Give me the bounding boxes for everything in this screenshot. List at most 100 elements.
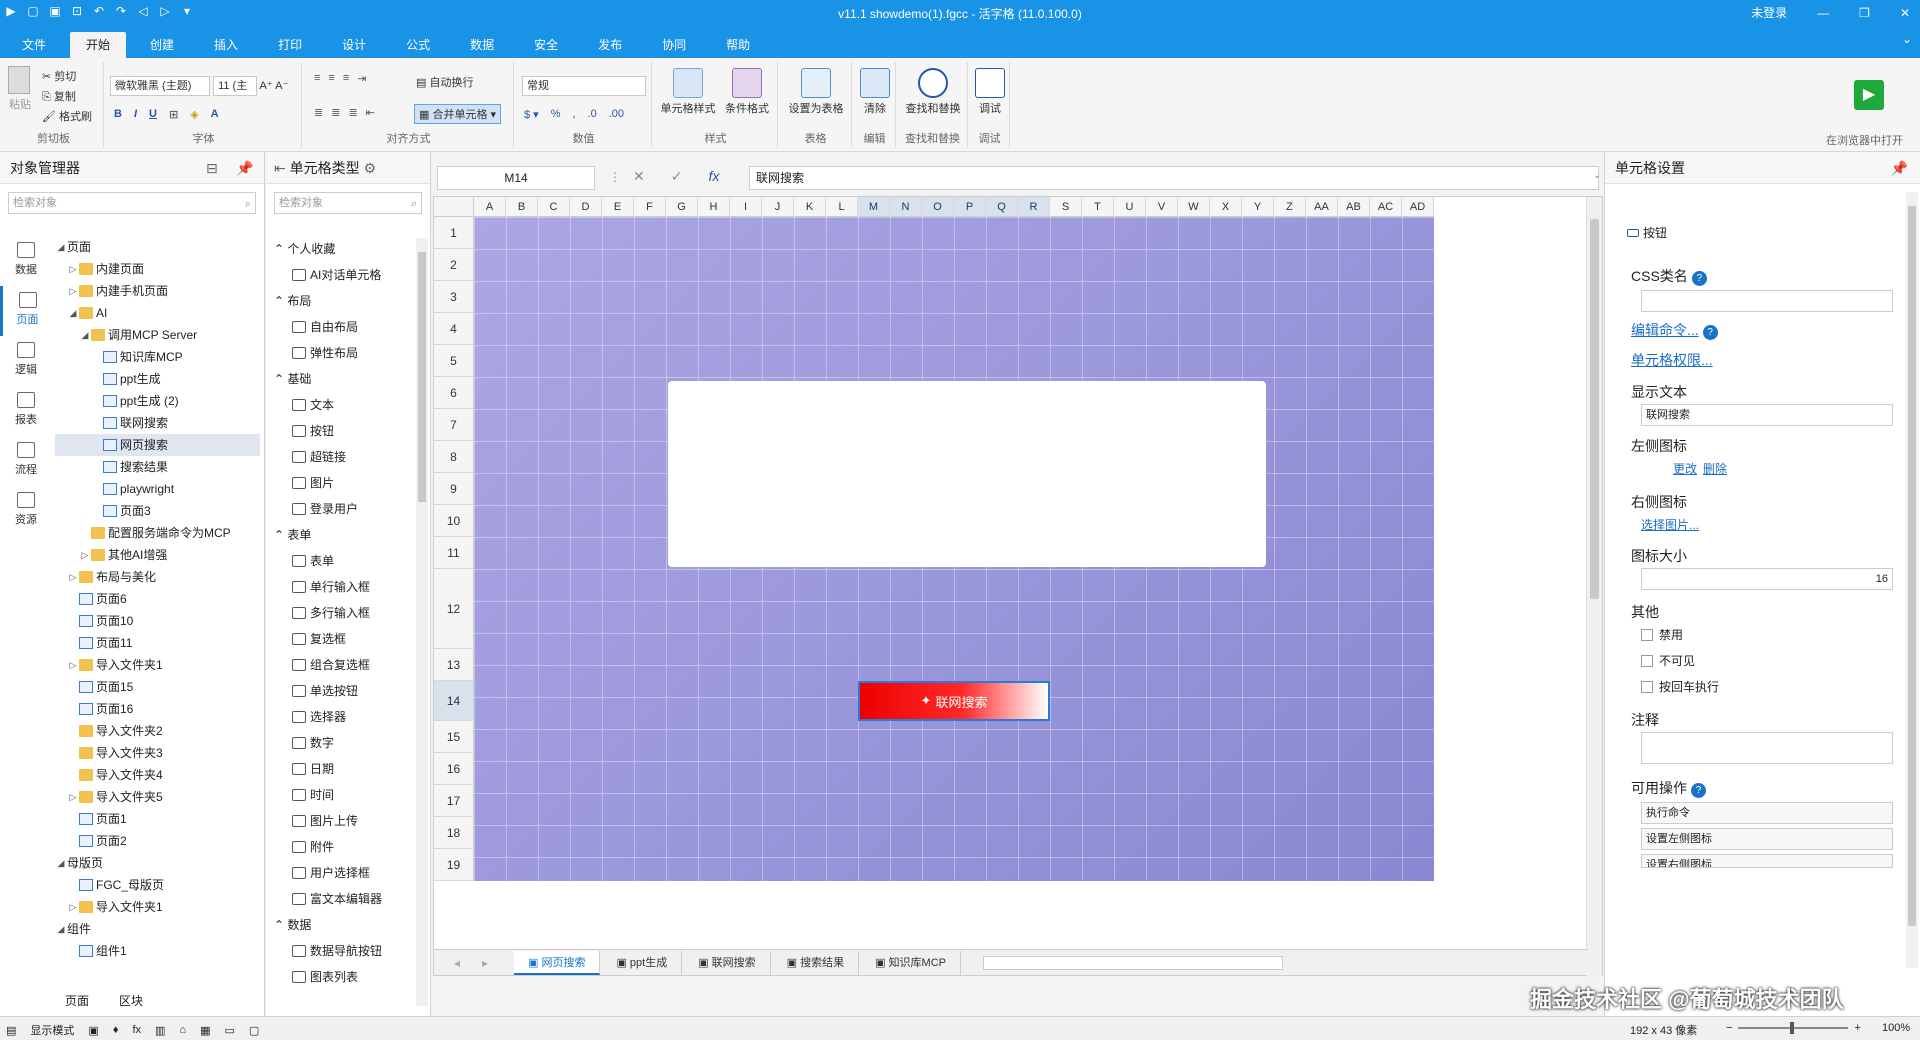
row-header[interactable]: 17 [434, 785, 474, 817]
cell-type-section[interactable]: ⌃ 基础 [266, 366, 416, 392]
font-size-select[interactable]: 11 (主 [213, 76, 258, 96]
column-header[interactable]: E [602, 197, 634, 217]
tree-item[interactable]: 页面16 [55, 698, 260, 720]
row-header[interactable]: 4 [434, 313, 474, 345]
tree-item[interactable]: ◢ 调用MCP Server [55, 324, 260, 346]
status-icon-7[interactable]: ▭ [224, 1024, 234, 1037]
cell-type-section[interactable]: ⌃ 个人收藏 [266, 236, 416, 262]
cell-type-back-icon[interactable]: ⇤ [274, 160, 290, 176]
align-center-icon[interactable]: ≣ [331, 106, 340, 119]
cell-type-item[interactable]: 选择器 [266, 704, 416, 730]
sidebar-item-4[interactable]: 流程 [0, 436, 52, 486]
row-header[interactable]: 5 [434, 345, 474, 377]
increase-font-icon[interactable]: A⁺ [260, 80, 273, 92]
tab-home[interactable]: 开始 [70, 32, 127, 58]
tree-item[interactable]: ▷ 导入文件夹1 [55, 654, 260, 676]
op-set-left-icon[interactable]: 设置左侧图标 [1641, 828, 1893, 850]
left-icon-change-link[interactable]: 更改 [1673, 460, 1697, 477]
cell-type-item[interactable]: 数字 [266, 730, 416, 756]
note-input[interactable] [1641, 732, 1893, 764]
restore-button[interactable]: ❐ [1859, 6, 1870, 20]
tree-item[interactable]: 页面1 [55, 808, 260, 830]
row-header[interactable]: 18 [434, 817, 474, 849]
cell-type-section[interactable]: ⌃ 布局 [266, 288, 416, 314]
tab-print[interactable]: 打印 [262, 32, 318, 58]
sidebar-item-1[interactable]: 页面 [0, 286, 52, 336]
conditional-format-button[interactable]: 条件格式 [725, 103, 769, 115]
tree-item[interactable]: ◢ 页面 [55, 236, 260, 258]
row-header[interactable]: 19 [434, 849, 474, 881]
name-box[interactable]: M14 [437, 166, 595, 190]
cell-type-item[interactable]: 附件 [266, 834, 416, 860]
column-header[interactable]: O [922, 197, 954, 217]
column-header[interactable]: C [538, 197, 570, 217]
cell-type-item[interactable]: 文本 [266, 392, 416, 418]
expand-arrow-icon[interactable]: ▷ [79, 544, 91, 566]
wrap-text-button[interactable]: 自动换行 [429, 77, 473, 89]
sheet-horizontal-scrollbar[interactable] [983, 955, 1284, 970]
tree-item[interactable]: 导入文件夹2 [55, 720, 260, 742]
column-header[interactable]: U [1114, 197, 1146, 217]
cell-type-item[interactable]: 自由布局 [266, 314, 416, 340]
column-header[interactable]: AD [1402, 197, 1434, 217]
disable-checkbox[interactable]: 禁用 [1641, 626, 1683, 643]
column-header[interactable]: W [1178, 197, 1210, 217]
search-icon[interactable]: ⌕ [411, 194, 417, 214]
tab-publish[interactable]: 发布 [582, 32, 638, 58]
sidebar-item-0[interactable]: 数据 [0, 236, 52, 286]
zoom-in-icon[interactable]: + [1854, 1022, 1860, 1034]
row-header[interactable]: 3 [434, 281, 474, 313]
zoom-out-icon[interactable]: − [1726, 1022, 1732, 1034]
tree-item[interactable]: 导入文件夹3 [55, 742, 260, 764]
increase-decimal-icon[interactable]: .0 [588, 108, 597, 121]
number-format-select[interactable]: 常规 [522, 76, 646, 96]
row-header[interactable]: 2 [434, 249, 474, 281]
indent-icon[interactable]: ⇥ [357, 72, 366, 85]
column-header[interactable]: Z [1274, 197, 1306, 217]
align-bottom-icon[interactable]: ≡ [343, 72, 349, 85]
status-icon-3[interactable]: fx [132, 1024, 141, 1036]
expand-arrow-icon[interactable]: ▷ [67, 280, 79, 302]
minimize-button[interactable]: — [1817, 6, 1829, 20]
invisible-checkbox[interactable]: 不可见 [1641, 652, 1695, 669]
icon-size-input[interactable]: 16 [1641, 568, 1893, 590]
confirm-edit-icon[interactable]: ✓ [671, 168, 683, 185]
outdent-icon[interactable]: ⇤ [366, 106, 375, 119]
status-icon-4[interactable]: ▥ [155, 1024, 165, 1037]
tree-item[interactable]: ▷ 内建页面 [55, 258, 260, 280]
tree-item[interactable]: 组件1 [55, 940, 260, 962]
sheet-tab[interactable]: ▣ ppt生成 [602, 950, 683, 975]
tree-item[interactable]: ▷ 导入文件夹1 [55, 896, 260, 918]
function-icon[interactable]: fx [708, 168, 719, 185]
cell-type-item[interactable]: 组合复选框 [266, 652, 416, 678]
comma-icon[interactable]: , [572, 108, 575, 121]
expand-arrow-icon[interactable]: ▷ [67, 654, 79, 676]
settings-scrollbar[interactable] [1906, 192, 1918, 968]
close-button[interactable]: ✕ [1900, 6, 1910, 20]
status-icon-8[interactable]: ▢ [249, 1024, 259, 1037]
status-icon-5[interactable]: ⌂ [179, 1024, 186, 1036]
tree-item[interactable]: ▷ 导入文件夹5 [55, 786, 260, 808]
collapse-arrow-icon[interactable]: ⌃ [274, 918, 287, 932]
row-header[interactable]: 16 [434, 753, 474, 785]
cell-type-item[interactable]: 多行输入框 [266, 600, 416, 626]
row-header[interactable]: 11 [434, 537, 474, 569]
column-header[interactable]: T [1082, 197, 1114, 217]
expand-formula-icon[interactable]: ⌄ [1593, 170, 1601, 181]
expand-arrow-icon[interactable]: ◢ [55, 236, 67, 258]
find-replace-button[interactable]: 查找和替换 [906, 103, 961, 115]
expand-arrow-icon[interactable]: ◢ [79, 324, 91, 346]
collapse-arrow-icon[interactable]: ⌃ [274, 528, 287, 542]
copy-button[interactable]: 复制 [54, 91, 76, 103]
cell-type-scrollbar[interactable] [416, 238, 428, 1006]
tree-item[interactable]: ◢ 母版页 [55, 852, 260, 874]
align-right-icon[interactable]: ≣ [348, 106, 357, 119]
sheet-tab[interactable]: ▣ 联网搜索 [684, 950, 771, 975]
cell-type-item[interactable]: 数据导航按钮 [266, 938, 416, 964]
debug-button[interactable]: 调试 [979, 103, 1001, 115]
cell-type-item[interactable]: 登录用户 [266, 496, 416, 522]
fill-color-icon[interactable]: ◈ [190, 108, 198, 121]
border-icon[interactable]: ⊞ [169, 108, 178, 121]
italic-icon[interactable]: I [134, 108, 137, 121]
status-icon-1[interactable]: ▣ [88, 1024, 98, 1037]
